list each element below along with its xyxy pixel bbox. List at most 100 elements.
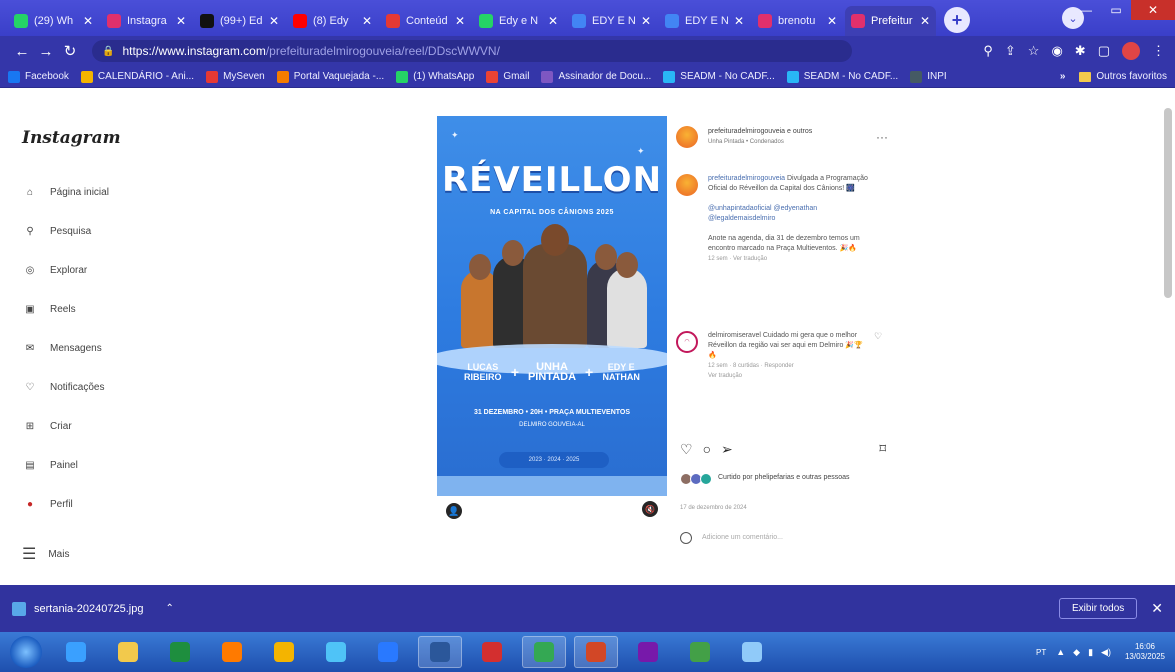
close-tab-icon[interactable]: ✕: [734, 14, 744, 28]
caption-user[interactable]: prefeituradelmirogouveia: [708, 175, 785, 182]
other-bookmarks[interactable]: Outros favoritos: [1096, 71, 1167, 82]
taskbar-app-powerpoint[interactable]: [574, 636, 618, 668]
bookmark-item[interactable]: MySeven: [206, 70, 265, 83]
close-tab-icon[interactable]: ✕: [83, 14, 93, 28]
author-avatar[interactable]: [676, 126, 698, 148]
reload-icon[interactable]: ↻: [58, 42, 82, 60]
close-downloads-icon[interactable]: ✕: [1151, 600, 1163, 617]
taskbar-app-app6[interactable]: [314, 636, 358, 668]
sidepanel-icon[interactable]: ▢: [1098, 43, 1110, 59]
bookmark-item[interactable]: SEADM - No CADF...: [786, 70, 898, 83]
bookmark-star-icon[interactable]: ☆: [1028, 43, 1040, 59]
commenter-avatar[interactable]: ◠: [676, 331, 698, 353]
post-author[interactable]: prefeituradelmirogouveia e outros: [708, 127, 812, 137]
taskbar-app-ie[interactable]: [54, 636, 98, 668]
browser-tab[interactable]: (8) Edy ✕: [287, 6, 378, 36]
instagram-logo[interactable]: Instagram: [22, 128, 121, 148]
clock[interactable]: 16:06 13/03/2025: [1125, 642, 1165, 662]
comment-icon[interactable]: ○: [703, 442, 711, 456]
comment-user[interactable]: delmiromiseravel: [708, 332, 761, 339]
bookmark-item[interactable]: Gmail: [486, 70, 529, 83]
close-tab-icon[interactable]: ✕: [455, 14, 465, 28]
close-tab-icon[interactable]: ✕: [269, 14, 279, 28]
emoji-icon[interactable]: [680, 532, 692, 544]
taskbar-app-chrome[interactable]: [262, 636, 306, 668]
comment-translate[interactable]: Ver tradução: [708, 371, 868, 381]
taskbar-app-paint[interactable]: [730, 636, 774, 668]
browser-tab[interactable]: Edy e N ✕: [473, 6, 564, 36]
tray-arrow-icon[interactable]: ▲: [1056, 647, 1065, 657]
sidebar-item[interactable]: ● Perfil: [22, 485, 109, 524]
share-icon[interactable]: ⇪: [1005, 43, 1016, 59]
taskbar-app-word[interactable]: [418, 636, 462, 668]
bookmark-item[interactable]: INPI: [910, 70, 947, 83]
taskbar-app-app7[interactable]: [366, 636, 410, 668]
sidebar-item-more[interactable]: ☰ Mais: [22, 544, 69, 564]
taskbar-app-explorer[interactable]: [106, 636, 150, 668]
share-icon[interactable]: ➢: [721, 442, 733, 456]
bookmark-item[interactable]: Portal Vaquejada -...: [276, 70, 384, 83]
caption-meta[interactable]: 12 sem · Ver tradução: [708, 254, 878, 264]
close-tab-icon[interactable]: ✕: [176, 14, 186, 28]
taskbar-app-app13[interactable]: [678, 636, 722, 668]
browser-tab[interactable]: brenotu ✕: [752, 6, 843, 36]
taskbar-app-media[interactable]: [210, 636, 254, 668]
back-icon[interactable]: ←: [10, 43, 34, 60]
sidebar-item[interactable]: ♡ Notificações: [22, 368, 109, 407]
taskbar-app-chrome2[interactable]: [522, 636, 566, 668]
post-collab[interactable]: Unha Pintada • Condenados: [708, 137, 812, 147]
close-tab-icon[interactable]: ✕: [641, 14, 651, 28]
audio-icon[interactable]: 🔇: [642, 501, 658, 517]
like-comment-icon[interactable]: ♡: [874, 331, 882, 341]
comment-meta[interactable]: 12 sem · 8 curtidas · Responder: [708, 361, 868, 371]
taskbar-app-excel[interactable]: [158, 636, 202, 668]
browser-tab[interactable]: Conteúd ✕: [380, 6, 471, 36]
download-item[interactable]: sertania-20240725.jpg ⌃: [12, 601, 174, 616]
sidebar-item[interactable]: ▣ Reels: [22, 290, 109, 329]
maximize-button[interactable]: ▭: [1101, 0, 1131, 20]
author-avatar[interactable]: [676, 174, 698, 196]
save-icon[interactable]: ⌑: [879, 442, 886, 455]
close-tab-icon[interactable]: ✕: [362, 14, 372, 28]
like-icon[interactable]: ♡: [680, 442, 693, 456]
browser-tab[interactable]: Prefeitur ✕: [845, 6, 936, 36]
close-tab-icon[interactable]: ✕: [548, 14, 558, 28]
sidebar-item[interactable]: ▤ Painel: [22, 446, 109, 485]
browser-tab[interactable]: EDY E N ✕: [659, 6, 750, 36]
tagged-users-icon[interactable]: 👤: [446, 503, 462, 519]
extension-icon[interactable]: ◉: [1051, 43, 1062, 59]
new-tab-button[interactable]: +: [944, 7, 970, 33]
network-icon[interactable]: ▮: [1088, 647, 1093, 658]
sidebar-item[interactable]: ✉ Mensagens: [22, 329, 109, 368]
taskbar-app-onenote[interactable]: [626, 636, 670, 668]
chevron-up-icon[interactable]: ⌃: [165, 603, 173, 614]
taskbar-app-acrobat[interactable]: [470, 636, 514, 668]
close-window-button[interactable]: ✕: [1131, 0, 1175, 20]
browser-tab[interactable]: Instagra ✕: [101, 6, 192, 36]
tray-app-icon[interactable]: ◆: [1073, 647, 1080, 658]
zoom-icon[interactable]: ⚲: [983, 43, 993, 59]
language-indicator[interactable]: PT: [1036, 648, 1046, 657]
sidebar-item[interactable]: ⌂ Página inicial: [22, 173, 109, 212]
show-all-button[interactable]: Exibir todos: [1059, 598, 1138, 619]
bookmark-item[interactable]: CALENDÁRIO - Ani...: [80, 70, 194, 83]
browser-tab[interactable]: (99+) Ed ✕: [194, 6, 285, 36]
post-image[interactable]: ✦ ✦ ✦ ✦ RÉVEILLON NA CAPITAL DOS CÂNIONS…: [437, 116, 667, 496]
page-scrollbar[interactable]: [1164, 88, 1172, 585]
caption-mentions[interactable]: @unhapintadaoficial @edyenathan @legalde…: [708, 204, 878, 224]
start-button[interactable]: [10, 636, 42, 668]
menu-kebab-icon[interactable]: ⋮: [1152, 43, 1165, 59]
browser-tab[interactable]: EDY E N ✕: [566, 6, 657, 36]
minimize-button[interactable]: —: [1071, 0, 1101, 20]
likes-text[interactable]: Curtido por phelipefarias e outras pesso…: [718, 473, 878, 483]
bookmark-item[interactable]: (1) WhatsApp: [396, 70, 474, 83]
address-bar[interactable]: 🔒 https://www.instagram.com/prefeiturade…: [92, 40, 852, 62]
volume-icon[interactable]: ◀): [1101, 647, 1111, 658]
sidebar-item[interactable]: ⚲ Pesquisa: [22, 212, 109, 251]
close-tab-icon[interactable]: ✕: [827, 14, 837, 28]
puzzle-icon[interactable]: ✱: [1075, 43, 1086, 59]
browser-tab[interactable]: (29) Wh ✕: [8, 6, 99, 36]
sidebar-item[interactable]: ◎ Explorar: [22, 251, 109, 290]
forward-icon[interactable]: →: [34, 43, 58, 60]
bookmark-item[interactable]: Assinador de Docu...: [541, 70, 651, 83]
